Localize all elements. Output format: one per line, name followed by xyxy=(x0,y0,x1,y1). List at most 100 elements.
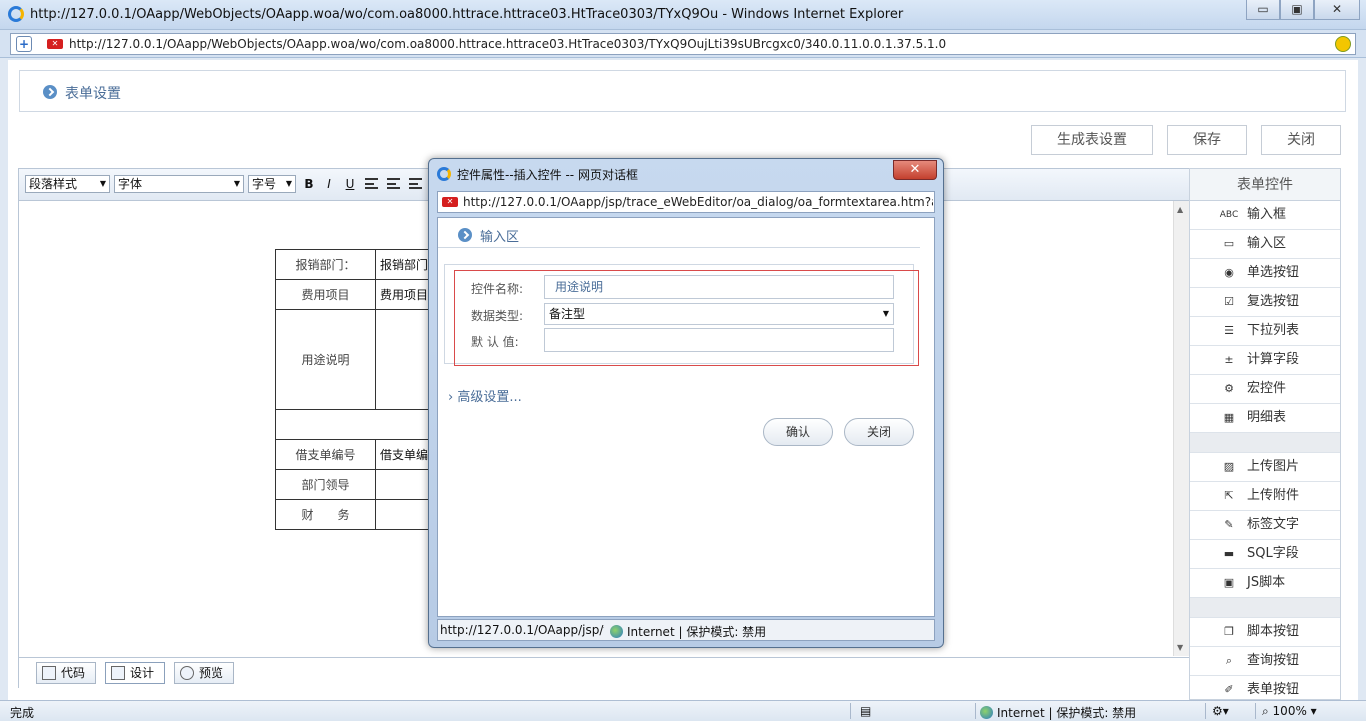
control-item-label: 复选按钮 xyxy=(1247,294,1300,309)
data-type-select[interactable]: 备注型 xyxy=(544,303,894,325)
restore-button[interactable]: ▣ xyxy=(1280,0,1314,20)
code-icon xyxy=(42,666,56,680)
dialog-section-header: 输入区 xyxy=(438,218,920,248)
control-item-icon: ⌕ xyxy=(1225,654,1233,667)
italic-button[interactable]: I xyxy=(320,176,338,192)
paragraph-style-select[interactable]: 段落样式 xyxy=(25,175,110,193)
chevron-circle-icon xyxy=(43,85,57,99)
refresh-icon[interactable] xyxy=(1335,36,1351,52)
control-item[interactable]: ⇱ 上传附件 xyxy=(1190,482,1340,511)
scroll-down-icon[interactable]: ▼ xyxy=(1177,643,1183,652)
control-item[interactable]: ▣ JS脚本 xyxy=(1190,569,1340,598)
control-item[interactable]: ▦ 明细表 xyxy=(1190,404,1340,433)
control-item-label: JS脚本 xyxy=(1247,575,1286,590)
globe-icon xyxy=(980,706,993,719)
align-left-icon[interactable] xyxy=(365,178,378,189)
address-bar: + ✕ http://127.0.0.1/OAapp/WebObjects/OA… xyxy=(0,30,1366,58)
align-center-icon[interactable] xyxy=(387,178,400,189)
control-name-input[interactable]: 用途说明 xyxy=(544,275,894,299)
underline-button[interactable]: U xyxy=(341,176,359,192)
minimize-button[interactable]: ▭ xyxy=(1246,0,1280,20)
dialog-url: http://127.0.0.1/OAapp/jsp/trace_eWebEdi… xyxy=(463,195,933,209)
font-select[interactable]: 字体 xyxy=(114,175,244,193)
align-right-icon[interactable] xyxy=(409,178,422,189)
preview-icon xyxy=(180,666,194,680)
tab-code-label: 代码 xyxy=(61,666,86,680)
status-permission-icon: ▤ xyxy=(860,704,872,718)
generate-table-button[interactable]: 生成表设置 xyxy=(1031,125,1153,155)
panel-header: 表单设置 xyxy=(19,70,1346,112)
default-value-input[interactable] xyxy=(544,328,894,352)
dept-label: 报销部门： xyxy=(275,249,376,280)
control-item[interactable]: ▨ 上传图片 xyxy=(1190,453,1340,482)
tab-preview[interactable]: 预览 xyxy=(174,662,234,684)
new-tab-icon[interactable]: + xyxy=(16,36,32,52)
window-title: http://127.0.0.1/OAapp/WebObjects/OAapp.… xyxy=(30,7,904,22)
control-item[interactable]: ◉ 单选按钮 xyxy=(1190,259,1340,288)
security-zone[interactable]: Internet | 保护模式: 禁用 xyxy=(980,704,1136,721)
tab-design-label: 设计 xyxy=(130,666,155,680)
font-size-select[interactable]: 字号 xyxy=(248,175,296,193)
tab-preview-label: 预览 xyxy=(199,666,224,680)
zoom-control[interactable]: ⌕ 100% ▾ xyxy=(1262,704,1317,719)
control-item[interactable]: ✐ 表单按钮 xyxy=(1190,676,1340,699)
control-item[interactable]: ± 计算字段 xyxy=(1190,346,1340,375)
bold-button[interactable]: B xyxy=(300,176,318,192)
dialog-status-bar: http://127.0.0.1/OAapp/jsp/t Internet | … xyxy=(437,619,935,641)
controls-title: 表单控件 xyxy=(1190,169,1340,201)
save-button[interactable]: 保存 xyxy=(1167,125,1247,155)
tab-design[interactable]: 设计 xyxy=(105,662,165,684)
editor-scrollbar[interactable]: ▲ ▼ xyxy=(1173,201,1189,656)
control-item-label: 明细表 xyxy=(1247,410,1287,425)
control-item[interactable]: ⌕ 查询按钮 xyxy=(1190,647,1340,676)
dialog-zone-text: Internet | 保护模式: 禁用 xyxy=(627,625,767,639)
status-separator xyxy=(1205,703,1206,719)
control-item[interactable]: ▭ 输入区 xyxy=(1190,230,1340,259)
control-item-icon: ▨ xyxy=(1223,460,1235,473)
tab-code[interactable]: 代码 xyxy=(36,662,96,684)
default-value-label: 默 认 值: xyxy=(471,335,519,349)
control-item[interactable]: ☰ 下拉列表 xyxy=(1190,317,1340,346)
control-item-icon: ⚙ xyxy=(1224,382,1234,395)
control-item-label: 脚本按钮 xyxy=(1247,624,1300,639)
control-item[interactable]: ▬ SQL字段 xyxy=(1190,540,1340,569)
chevron-circle-icon xyxy=(458,228,472,242)
control-item-icon: ☑ xyxy=(1224,295,1234,308)
close-button[interactable]: 关闭 xyxy=(1261,125,1341,155)
window-titlebar: http://127.0.0.1/OAapp/WebObjects/OAapp.… xyxy=(0,0,1366,30)
ie-logo-icon xyxy=(437,167,451,181)
loan-field-value: 借支单编 xyxy=(380,448,429,462)
confirm-button[interactable]: 确认 xyxy=(763,418,833,446)
window-controls: ▭ ▣ ✕ xyxy=(1246,0,1360,20)
window-close-button[interactable]: ✕ xyxy=(1314,0,1360,20)
control-item[interactable]: ✎ 标签文字 xyxy=(1190,511,1340,540)
status-bar: 完成 ▤ Internet | 保护模式: 禁用 ⚙▾ ⌕ 100% ▾ xyxy=(0,700,1366,721)
control-item-icon: ✎ xyxy=(1224,518,1234,531)
control-item-label: 输入区 xyxy=(1247,236,1287,251)
controls-divider xyxy=(1190,433,1340,453)
section-title: 输入区 xyxy=(480,230,520,245)
control-item[interactable]: ⚙ 宏控件 xyxy=(1190,375,1340,404)
globe-icon xyxy=(610,625,623,638)
data-type-label: 数据类型: xyxy=(471,309,524,323)
control-item[interactable]: ❐ 脚本按钮 xyxy=(1190,618,1340,647)
status-separator xyxy=(850,703,851,719)
advanced-settings-link[interactable]: › 高级设置... xyxy=(448,386,522,405)
protected-mode-icon[interactable]: ⚙▾ xyxy=(1212,704,1229,718)
control-item[interactable]: ☑ 复选按钮 xyxy=(1190,288,1340,317)
url-field[interactable]: + ✕ http://127.0.0.1/OAapp/WebObjects/OA… xyxy=(10,33,1356,55)
scroll-up-icon[interactable]: ▲ xyxy=(1177,205,1183,214)
control-item-label: 查询按钮 xyxy=(1247,653,1300,668)
url-text[interactable]: http://127.0.0.1/OAapp/WebObjects/OAapp.… xyxy=(69,37,946,51)
control-item[interactable]: ABC 输入框 xyxy=(1190,201,1340,230)
dialog-close-button[interactable]: ✕ xyxy=(893,160,937,180)
form-controls-panel: 表单控件 ABC 输入框 ▭ 输入区 ◉ 单选按钮 ☑ 复选按钮 ☰ 下拉列表 ± 计算字段 ⚙ 宏控件 ▦… xyxy=(1189,168,1341,700)
dialog-cancel-button[interactable]: 关闭 xyxy=(844,418,914,446)
security-zone-text: Internet | 保护模式: 禁用 xyxy=(997,706,1137,720)
purpose-label: 用途说明 xyxy=(275,309,376,410)
control-item-icon: ▬ xyxy=(1223,547,1235,560)
dialog-title: 控件属性--插入控件 -- 网页对话框 xyxy=(457,168,638,182)
control-item-icon: ▭ xyxy=(1223,237,1235,250)
status-separator xyxy=(1255,703,1256,719)
control-item-icon: ± xyxy=(1224,353,1234,366)
